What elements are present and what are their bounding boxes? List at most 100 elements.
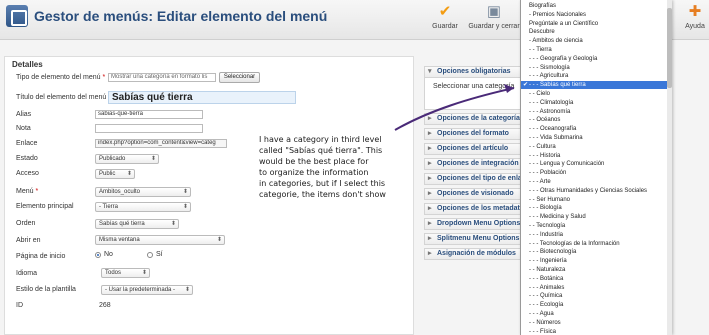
- dropdown-option[interactable]: - - - Química: [521, 292, 671, 300]
- save-close-button-label: Guardar y cerrar: [468, 23, 520, 30]
- dropdown-option[interactable]: - - Tierra: [521, 46, 671, 54]
- category-dropdown-list[interactable]: Biografías - Premios Nacionales Pregúntale…: [520, 0, 672, 335]
- acceso-label: Acceso: [16, 170, 39, 177]
- select-type-button[interactable]: Seleccionar: [219, 72, 260, 83]
- dropdown-option[interactable]: - - - Geografía y Geología: [521, 55, 671, 63]
- section-category-options[interactable]: Opciones de la categoría: [424, 113, 524, 125]
- save-and-close-button[interactable]: ▣ Guardar y cerrar: [465, 4, 523, 31]
- save-button[interactable]: ✔ Guardar: [428, 3, 462, 31]
- dropdown-option-label: - - - Astronomía: [529, 108, 571, 115]
- abrir-label: Abrir en: [16, 237, 41, 244]
- dropdown-option[interactable]: - - - Tecnologías de la Información: [521, 240, 671, 248]
- inicio-label: Página de inicio: [16, 253, 66, 260]
- nota-label: Nota: [16, 125, 31, 132]
- dropdown-option[interactable]: - - - Otras Humanidades y Ciencias Socia…: [521, 187, 671, 195]
- dropdown-option-label: - - - Agricultura: [529, 73, 569, 80]
- dropdown-option[interactable]: Descubre: [521, 28, 671, 36]
- dropdown-option[interactable]: - - - Industria: [521, 231, 671, 239]
- dropdown-option-label: - - Naturaleza: [529, 267, 566, 273]
- dropdown-option[interactable]: - - - Historia: [521, 152, 671, 160]
- dropdown-option-label: - - - Animales: [529, 284, 565, 291]
- note-input[interactable]: [95, 124, 203, 133]
- selected-check-icon: ✔: [523, 82, 529, 89]
- dropdown-option[interactable]: - - - Oceanografía: [521, 125, 671, 133]
- help-button[interactable]: ✚ Ayuda: [682, 4, 708, 31]
- required-options-header[interactable]: Opciones obligatorias: [424, 66, 524, 78]
- dropdown-option[interactable]: - - - Agricultura: [521, 72, 671, 80]
- dropdown-option[interactable]: Pregúntale a un Científico: [521, 20, 671, 28]
- dropdown-option[interactable]: - - - Lengua y Comunicación: [521, 160, 671, 168]
- dropdown-option[interactable]: - - - Botánica: [521, 275, 671, 283]
- dropdown-option[interactable]: - - - Medicina y Salud: [521, 213, 671, 221]
- dropdown-option[interactable]: - - - Vida Submarina: [521, 134, 671, 142]
- section-display-options[interactable]: Opciones de visionado: [424, 188, 524, 200]
- dropdown-option[interactable]: - - Ser Humano: [521, 196, 671, 204]
- dropdown-option[interactable]: - - - Física: [521, 328, 671, 335]
- dropdown-option[interactable]: - - Océanos: [521, 116, 671, 124]
- title-input[interactable]: Sabías qué tierra: [108, 91, 296, 104]
- estado-label: Estado: [16, 155, 38, 162]
- dropdown-option[interactable]: - - - Arte: [521, 178, 671, 186]
- target-window-select[interactable]: Misma ventana: [95, 235, 225, 245]
- dropdown-option[interactable]: - - Números: [521, 319, 671, 327]
- menu-select[interactable]: Ambitos_oculto: [95, 187, 191, 197]
- dropdown-option[interactable]: - Ambitos de ciencia: [521, 37, 671, 45]
- home-no-radio[interactable]: [95, 252, 101, 258]
- alias-input[interactable]: sabias-que-tierra: [95, 110, 203, 119]
- section-module-assignment[interactable]: Asignación de módulos: [424, 248, 524, 260]
- dropdown-option-label: - - - Sabías qué tierra: [529, 82, 586, 89]
- dropdown-option[interactable]: ✔ - - - Sabías qué tierra: [521, 81, 671, 90]
- annotation-line: categorie, the items don't show: [259, 190, 386, 199]
- section-dropdown-menu-options[interactable]: Dropdown Menu Options: [424, 218, 524, 230]
- dropdown-option[interactable]: - - - Sismología: [521, 64, 671, 72]
- menus-logo-icon: [6, 5, 28, 27]
- dropdown-option-label: - - - Tecnologías de la Información: [529, 240, 620, 247]
- dropdown-option[interactable]: - Premios Nacionales: [521, 11, 671, 19]
- dropdown-option-label: - - - Industria: [529, 231, 564, 238]
- dropdown-option[interactable]: - - - Animales: [521, 284, 671, 292]
- dropdown-option-label: - - - Agua: [529, 311, 554, 317]
- section-metadata-options[interactable]: Opciones de los metadatos: [424, 203, 524, 215]
- dropdown-option-label: - - - Arte: [529, 179, 551, 185]
- status-select[interactable]: Publicado: [95, 154, 159, 164]
- language-select[interactable]: Todos: [101, 268, 150, 278]
- dropdown-option[interactable]: - - - Biotecnología: [521, 248, 671, 256]
- dropdown-option-label: Pregúntale a un Científico: [529, 20, 599, 27]
- dropdown-option[interactable]: - - Naturaleza: [521, 266, 671, 274]
- id-label: ID: [16, 302, 23, 309]
- dropdown-option[interactable]: - - Cielo: [521, 90, 671, 98]
- dropdown-option-label: - - - Biotecnología: [529, 249, 577, 256]
- dropdown-option[interactable]: - - - Ingeniería: [521, 257, 671, 265]
- dropdown-option-label: - - Cultura: [529, 143, 556, 150]
- dropdown-option-label: - - - Biología: [529, 205, 562, 212]
- dropdown-option[interactable]: - - - Biología: [521, 204, 671, 212]
- section-article-options[interactable]: Opciones del artículo: [424, 143, 524, 155]
- dropdown-option[interactable]: - - - Ecología: [521, 301, 671, 309]
- dropdown-option[interactable]: Biografías: [521, 2, 671, 10]
- ordering-select[interactable]: Sabías qué tierra: [95, 219, 179, 229]
- access-select[interactable]: Public: [95, 169, 135, 179]
- section-link-type-options[interactable]: Opciones del tipo de enlace: [424, 173, 524, 185]
- details-legend: Detalles: [12, 60, 43, 69]
- dropdown-option[interactable]: - - Tecnología: [521, 222, 671, 230]
- menu-label: Menú *: [16, 188, 39, 195]
- section-splitmenu-options[interactable]: Splitmenu Menu Options: [424, 233, 524, 245]
- dropdown-option-label: Biografías: [529, 3, 557, 9]
- dropdown-option[interactable]: - - - Climatología: [521, 99, 671, 107]
- dropdown-option-label: - Ambitos de ciencia: [529, 38, 583, 45]
- dropdown-option[interactable]: - - - Astronomía: [521, 108, 671, 116]
- dropdown-option[interactable]: - - Cultura: [521, 143, 671, 151]
- checkmark-icon: ✔: [438, 3, 452, 20]
- section-integration-options[interactable]: Opciones de integración: [424, 158, 524, 170]
- parent-item-select[interactable]: - Tierra: [95, 202, 191, 212]
- dropdown-scrollbar-thumb[interactable]: [667, 8, 672, 88]
- home-yes-radio[interactable]: [147, 252, 153, 258]
- template-style-select[interactable]: - Usar la predeterminada -: [101, 285, 193, 295]
- dropdown-option-label: - - - Química: [529, 293, 563, 300]
- titulo-label: Título del elemento del menú *: [16, 94, 111, 101]
- dropdown-option-label: - Premios Nacionales: [529, 11, 587, 18]
- section-format-options[interactable]: Opciones del formato: [424, 128, 524, 140]
- dropdown-option[interactable]: - - - Agua: [521, 310, 671, 318]
- select-category-label: Seleccionar una categoría: [433, 83, 515, 90]
- dropdown-option[interactable]: - - - Población: [521, 169, 671, 177]
